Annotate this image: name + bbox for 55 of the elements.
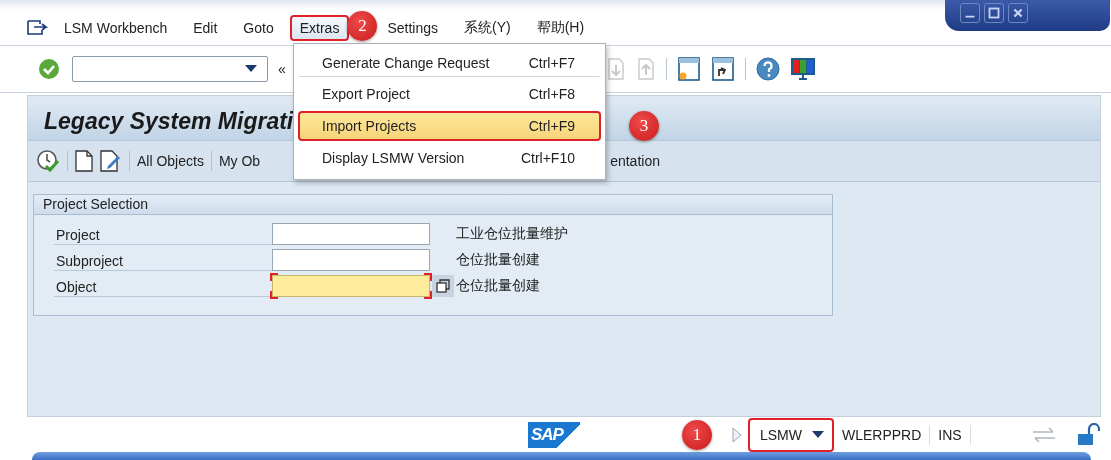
shortcut-label: Ctrl+F7 [528,55,575,71]
menu-option[interactable]: Generate Change Request Ctrl+F7 [298,48,601,77]
field-label: Subproject [54,249,272,271]
input-mode: INS [930,424,971,445]
menu-item[interactable]: 帮助(H) [526,13,595,42]
step-badge: 1 [682,419,712,450]
menu-item[interactable]: Settings [377,14,448,41]
option-label: Import Projects [322,118,417,134]
field-label: Object [54,275,272,297]
new-window-icon[interactable] [676,56,701,82]
menu-item[interactable]: 系统(Y) [454,13,521,42]
field-description: 仓位批量创建 [456,277,540,295]
help-icon[interactable] [755,57,780,81]
field-description: 工业仓位批量维护 [456,225,568,243]
group-title: Project Selection [34,195,832,215]
step-badge: 2 [347,10,378,41]
collapse-toggle[interactable]: « [278,61,286,77]
menu-option[interactable]: Display LSMW Version Ctrl+F10 [298,143,601,173]
shortcut-label: Ctrl+F8 [528,86,575,102]
toolbar-button[interactable]: My Ob [218,153,261,169]
menu-item[interactable]: Edit [183,14,228,41]
minimize-icon[interactable] [960,3,980,23]
input-field[interactable] [272,275,430,297]
transfer-icon [1030,425,1057,444]
input-field[interactable] [272,249,430,271]
input-field[interactable] [272,223,430,245]
transaction-dropdown[interactable]: LSMW [748,417,834,452]
command-field[interactable] [72,56,268,82]
shortcut-label: Ctrl+F10 [520,150,575,166]
close-icon[interactable] [1008,3,1028,23]
monitor-icon[interactable] [789,57,816,81]
caret-icon[interactable] [245,65,257,73]
shortcut-icon[interactable] [710,56,735,82]
edit-document-icon[interactable] [100,150,122,172]
menu-item[interactable]: Goto [233,14,284,41]
caret-icon[interactable] [812,430,824,439]
option-label: Export Project [322,86,410,102]
menu-item[interactable]: LSM Workbench [54,14,178,41]
field-label: Project [54,223,272,245]
unlock-icon[interactable] [1076,422,1101,447]
toolbar-button[interactable]: entation [610,153,660,169]
menu-item[interactable]: Extras [289,14,350,41]
document-icon[interactable] [75,150,93,172]
confirm-icon[interactable] [38,58,60,80]
logo: SAP [528,421,580,448]
system-name: WLERPPRD [834,424,931,445]
maximize-icon[interactable] [984,3,1004,23]
shortcut-label: Ctrl+F9 [528,118,575,134]
toolbar-button[interactable]: All Objects [137,153,204,169]
menu-icon[interactable] [26,18,48,37]
option-label: Display LSMW Version [322,150,465,166]
field-description: 仓位批量创建 [456,251,540,269]
value-help-button[interactable] [432,275,454,297]
execute-icon[interactable] [36,149,60,173]
option-label: Generate Change Request [322,55,490,71]
